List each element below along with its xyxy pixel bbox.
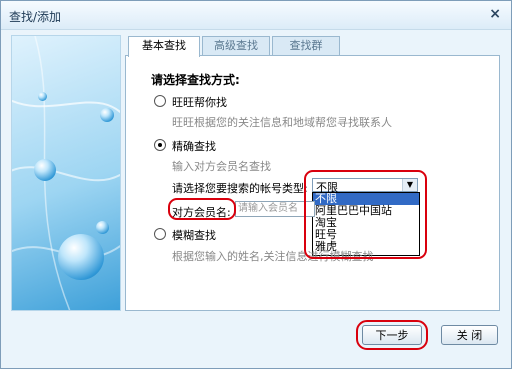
method-heading: 请选择查找方式: bbox=[151, 73, 240, 87]
option-fuzzy-search-desc: 根据您输入的姓名,关注信息进行模糊查找 bbox=[172, 250, 374, 263]
account-type-label: 请选择您要搜索的帐号类型: bbox=[172, 182, 308, 195]
option-wangwang-helps-desc: 旺旺根据您的关注信息和地域帮您寻找联系人 bbox=[172, 116, 392, 129]
member-name-input[interactable]: 请输入会员名 bbox=[235, 201, 315, 217]
basic-search-panel: 请选择查找方式: 旺旺帮你找 旺旺根据您的关注信息和地域帮您寻找联系人 精确查找… bbox=[125, 55, 500, 311]
radio-wangwang-helps[interactable] bbox=[154, 95, 166, 107]
chevron-down-icon[interactable]: ▼ bbox=[402, 179, 417, 191]
wangwang-mascot-right-icon bbox=[96, 221, 109, 234]
account-type-select[interactable]: 不限 ▼ bbox=[312, 178, 418, 194]
wangwang-mascot-tiny-icon bbox=[38, 92, 47, 101]
tab-advanced-search[interactable]: 高级查找 bbox=[202, 36, 270, 55]
option-exact-search-desc: 输入对方会员名查找 bbox=[172, 160, 271, 173]
tab-group-search[interactable]: 查找群 bbox=[272, 36, 340, 55]
next-step-button[interactable]: 下一步 bbox=[362, 325, 422, 345]
wangwang-mascot-medium-icon bbox=[34, 159, 56, 181]
account-type-dropdown-list: 不限 阿里巴巴中国站 淘宝 旺号 雅虎 bbox=[312, 192, 420, 256]
radio-exact-search[interactable] bbox=[154, 139, 166, 151]
close-button[interactable]: 关 闭 bbox=[441, 325, 498, 345]
find-add-dialog: 查找/添加 × 基本查找 高级查找 查找群 请选择查找方式: 旺旺帮你找 旺旺根… bbox=[0, 0, 512, 369]
decorative-side-image bbox=[11, 35, 121, 311]
option-wangwang-helps-label: 旺旺帮你找 bbox=[172, 96, 227, 109]
radio-fuzzy-search[interactable] bbox=[154, 228, 166, 240]
tab-basic-search[interactable]: 基本查找 bbox=[128, 36, 200, 57]
window-title: 查找/添加 bbox=[9, 10, 62, 24]
member-name-label: 对方会员名: bbox=[172, 206, 231, 219]
option-exact-search-label: 精确查找 bbox=[172, 140, 216, 153]
wangwang-mascot-large-icon bbox=[58, 234, 104, 280]
option-fuzzy-search-label: 模糊查找 bbox=[172, 229, 216, 242]
wangwang-mascot-small-icon bbox=[100, 108, 114, 122]
title-bar: 查找/添加 × bbox=[1, 1, 511, 30]
close-icon[interactable]: × bbox=[489, 6, 501, 22]
